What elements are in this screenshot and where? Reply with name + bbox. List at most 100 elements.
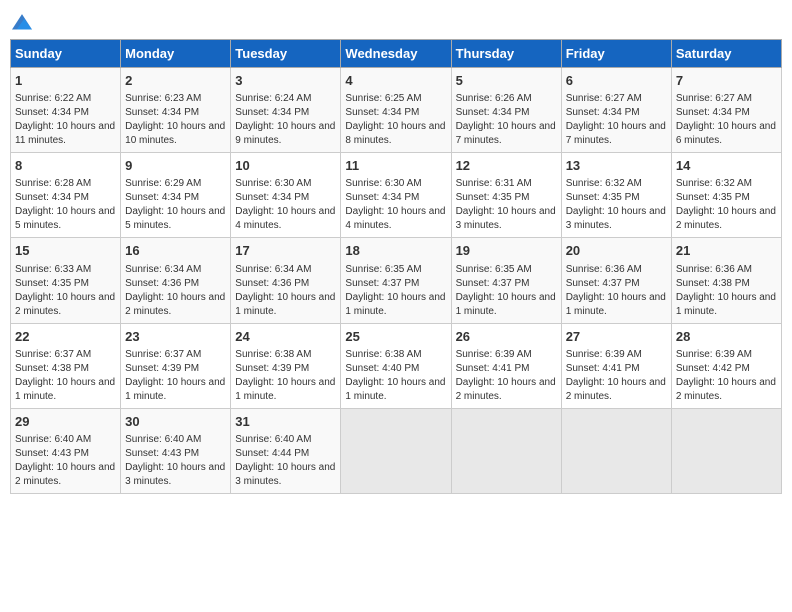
day-header-monday: Monday — [121, 40, 231, 68]
day-number: 5 — [456, 72, 557, 90]
daylight-text: Daylight: 10 hours and 2 minutes. — [15, 292, 115, 317]
sunrise-text: Sunrise: 6:22 AM — [15, 93, 91, 104]
day-number: 23 — [125, 328, 226, 346]
calendar-cell: 13Sunrise: 6:32 AMSunset: 4:35 PMDayligh… — [561, 153, 671, 238]
sunrise-text: Sunrise: 6:33 AM — [15, 264, 91, 275]
daylight-text: Daylight: 10 hours and 9 minutes. — [235, 121, 335, 146]
calendar-cell: 23Sunrise: 6:37 AMSunset: 4:39 PMDayligh… — [121, 323, 231, 408]
sunset-text: Sunset: 4:39 PM — [235, 363, 309, 374]
sunrise-text: Sunrise: 6:34 AM — [125, 264, 201, 275]
day-number: 22 — [15, 328, 116, 346]
calendar-cell: 26Sunrise: 6:39 AMSunset: 4:41 PMDayligh… — [451, 323, 561, 408]
day-number: 7 — [676, 72, 777, 90]
day-number: 1 — [15, 72, 116, 90]
daylight-text: Daylight: 10 hours and 1 minute. — [345, 292, 445, 317]
sunrise-text: Sunrise: 6:23 AM — [125, 93, 201, 104]
calendar-cell: 6Sunrise: 6:27 AMSunset: 4:34 PMDaylight… — [561, 68, 671, 153]
sunset-text: Sunset: 4:35 PM — [566, 192, 640, 203]
sunset-text: Sunset: 4:42 PM — [676, 363, 750, 374]
sunrise-text: Sunrise: 6:27 AM — [566, 93, 642, 104]
daylight-text: Daylight: 10 hours and 3 minutes. — [456, 206, 556, 231]
sunset-text: Sunset: 4:34 PM — [125, 107, 199, 118]
calendar-cell: 18Sunrise: 6:35 AMSunset: 4:37 PMDayligh… — [341, 238, 451, 323]
sunset-text: Sunset: 4:41 PM — [456, 363, 530, 374]
daylight-text: Daylight: 10 hours and 3 minutes. — [125, 462, 225, 487]
sunrise-text: Sunrise: 6:30 AM — [345, 178, 421, 189]
daylight-text: Daylight: 10 hours and 7 minutes. — [566, 121, 666, 146]
daylight-text: Daylight: 10 hours and 5 minutes. — [125, 206, 225, 231]
sunrise-text: Sunrise: 6:35 AM — [456, 264, 532, 275]
calendar-cell: 15Sunrise: 6:33 AMSunset: 4:35 PMDayligh… — [11, 238, 121, 323]
sunset-text: Sunset: 4:34 PM — [345, 192, 419, 203]
day-number: 2 — [125, 72, 226, 90]
day-number: 14 — [676, 157, 777, 175]
sunset-text: Sunset: 4:34 PM — [676, 107, 750, 118]
sunset-text: Sunset: 4:37 PM — [345, 278, 419, 289]
sunset-text: Sunset: 4:41 PM — [566, 363, 640, 374]
daylight-text: Daylight: 10 hours and 2 minutes. — [676, 206, 776, 231]
day-header-thursday: Thursday — [451, 40, 561, 68]
calendar-cell: 7Sunrise: 6:27 AMSunset: 4:34 PMDaylight… — [671, 68, 781, 153]
sunrise-text: Sunrise: 6:24 AM — [235, 93, 311, 104]
week-row-1: 1 Sunrise: 6:22 AM Sunset: 4:34 PM Daylight… — [11, 68, 782, 153]
header — [10, 10, 782, 31]
sunrise-text: Sunrise: 6:32 AM — [676, 178, 752, 189]
logo — [10, 10, 38, 31]
day-number: 31 — [235, 413, 336, 431]
sunrise-text: Sunrise: 6:39 AM — [676, 349, 752, 360]
calendar-table: SundayMondayTuesdayWednesdayThursdayFrid… — [10, 39, 782, 494]
calendar-cell: 8 Sunrise: 6:28 AM Sunset: 4:34 PM Daylight… — [11, 153, 121, 238]
sunset-text: Sunset: 4:40 PM — [345, 363, 419, 374]
calendar-cell: 27Sunrise: 6:39 AMSunset: 4:41 PMDayligh… — [561, 323, 671, 408]
daylight-text: Daylight: 10 hours and 5 minutes. — [15, 206, 115, 231]
daylight-text: Daylight: 10 hours and 11 minutes. — [15, 121, 115, 146]
day-number: 15 — [15, 242, 116, 260]
day-number: 8 — [15, 157, 116, 175]
calendar-cell: 9Sunrise: 6:29 AMSunset: 4:34 PMDaylight… — [121, 153, 231, 238]
daylight-text: Daylight: 10 hours and 2 minutes. — [566, 377, 666, 402]
daylight-text: Daylight: 10 hours and 2 minutes. — [125, 292, 225, 317]
calendar-cell: 3Sunrise: 6:24 AMSunset: 4:34 PMDaylight… — [231, 68, 341, 153]
day-number: 30 — [125, 413, 226, 431]
daylight-text: Daylight: 10 hours and 1 minute. — [235, 292, 335, 317]
sunset-text: Sunset: 4:34 PM — [15, 192, 89, 203]
calendar-cell: 21Sunrise: 6:36 AMSunset: 4:38 PMDayligh… — [671, 238, 781, 323]
daylight-text: Daylight: 10 hours and 3 minutes. — [235, 462, 335, 487]
sunset-text: Sunset: 4:37 PM — [566, 278, 640, 289]
daylight-text: Daylight: 10 hours and 1 minute. — [456, 292, 556, 317]
sunrise-text: Sunrise: 6:37 AM — [125, 349, 201, 360]
sunset-text: Sunset: 4:34 PM — [125, 192, 199, 203]
sunrise-text: Sunrise: 6:37 AM — [15, 349, 91, 360]
sunset-text: Sunset: 4:35 PM — [456, 192, 530, 203]
sunrise-text: Sunrise: 6:27 AM — [676, 93, 752, 104]
calendar-cell: 30Sunrise: 6:40 AMSunset: 4:43 PMDayligh… — [121, 408, 231, 493]
day-number: 29 — [15, 413, 116, 431]
sunset-text: Sunset: 4:37 PM — [456, 278, 530, 289]
sunset-text: Sunset: 4:34 PM — [456, 107, 530, 118]
sunrise-text: Sunrise: 6:28 AM — [15, 178, 91, 189]
week-row-5: 29Sunrise: 6:40 AMSunset: 4:43 PMDayligh… — [11, 408, 782, 493]
sunset-text: Sunset: 4:43 PM — [15, 448, 89, 459]
day-number: 11 — [345, 157, 446, 175]
sunrise-text: Sunrise: 6:32 AM — [566, 178, 642, 189]
daylight-text: Daylight: 10 hours and 3 minutes. — [566, 206, 666, 231]
day-number: 6 — [566, 72, 667, 90]
calendar-cell: 20Sunrise: 6:36 AMSunset: 4:37 PMDayligh… — [561, 238, 671, 323]
sunrise-text: Sunrise: 6:39 AM — [456, 349, 532, 360]
calendar-cell: 4Sunrise: 6:25 AMSunset: 4:34 PMDaylight… — [341, 68, 451, 153]
daylight-text: Daylight: 10 hours and 2 minutes. — [15, 462, 115, 487]
sunset-text: Sunset: 4:38 PM — [15, 363, 89, 374]
calendar-cell: 12Sunrise: 6:31 AMSunset: 4:35 PMDayligh… — [451, 153, 561, 238]
day-header-friday: Friday — [561, 40, 671, 68]
daylight-text: Daylight: 10 hours and 8 minutes. — [345, 121, 445, 146]
day-number: 3 — [235, 72, 336, 90]
day-number: 10 — [235, 157, 336, 175]
calendar-cell — [451, 408, 561, 493]
sunset-text: Sunset: 4:34 PM — [235, 192, 309, 203]
daylight-text: Daylight: 10 hours and 7 minutes. — [456, 121, 556, 146]
day-header-sunday: Sunday — [11, 40, 121, 68]
week-row-2: 8 Sunrise: 6:28 AM Sunset: 4:34 PM Daylight… — [11, 153, 782, 238]
calendar-cell — [671, 408, 781, 493]
day-number: 12 — [456, 157, 557, 175]
day-header-saturday: Saturday — [671, 40, 781, 68]
